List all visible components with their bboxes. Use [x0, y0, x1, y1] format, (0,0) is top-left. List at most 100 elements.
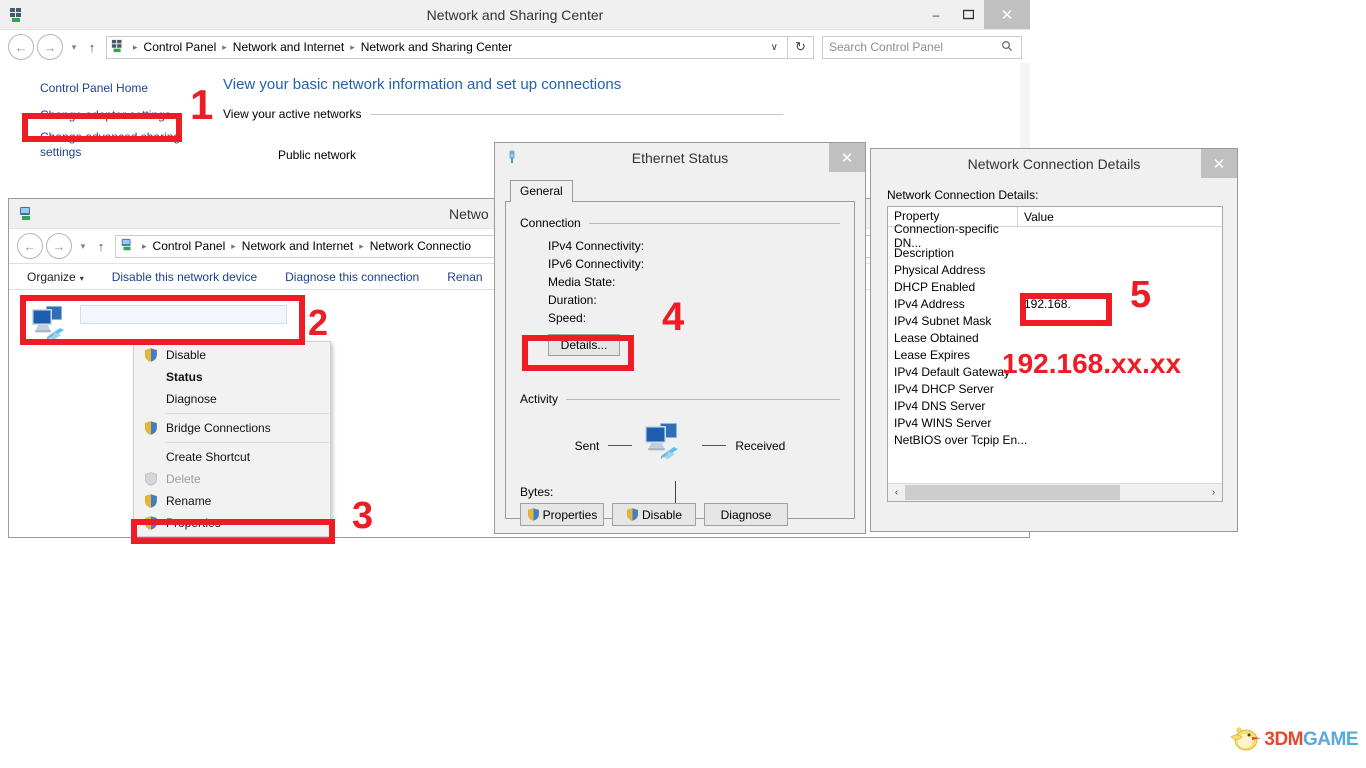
breadcrumb-item-network-and-sharing-center[interactable]: Network and Sharing Center — [359, 40, 514, 54]
scroll-thumb[interactable] — [905, 485, 1120, 500]
context-menu-item-delete: Delete — [134, 468, 330, 490]
diagnose-button[interactable]: Diagnose — [704, 503, 788, 526]
up-button[interactable]: ↑ — [91, 239, 111, 254]
window-title: Netwo — [449, 205, 489, 222]
up-button[interactable]: ↑ — [82, 40, 102, 55]
titlebar: Ethernet Status ✕ — [495, 143, 865, 172]
titlebar: Network and Sharing Center – ✕ — [0, 0, 1030, 30]
table-row[interactable]: IPv4 DNS Server — [888, 397, 1222, 414]
close-button[interactable]: ✕ — [984, 0, 1030, 29]
breadcrumb-item-network-and-internet[interactable]: Network and Internet — [240, 239, 355, 253]
property-name: Physical Address — [894, 262, 986, 277]
scroll-left-icon[interactable]: ‹ — [888, 487, 905, 498]
minimize-button[interactable]: – — [920, 0, 952, 29]
property-name: Description — [894, 245, 955, 260]
diagnose-connection-button[interactable]: Diagnose this connection — [285, 270, 419, 284]
breadcrumb-item-control-panel[interactable]: Control Panel — [151, 239, 228, 253]
divider — [566, 398, 840, 400]
table-row[interactable]: Description — [888, 244, 1222, 261]
breadcrumb-item-control-panel[interactable]: Control Panel — [142, 40, 219, 54]
address-bar[interactable]: ▸ Control Panel ▸ Network and Internet ▸… — [106, 35, 788, 59]
table-row[interactable]: NetBIOS over Tcpip En... — [888, 431, 1222, 448]
context-menu: Disable Status Diagnose Bridge Connectio… — [133, 341, 331, 537]
chick-logo-icon — [1229, 723, 1263, 756]
active-networks-label: View your active networks — [223, 107, 362, 121]
sidebar-item-change-adapter-settings[interactable]: Change adapter settings — [0, 99, 215, 126]
back-button[interactable]: ← — [17, 233, 43, 259]
watermark-text: 3DMGAME — [1264, 729, 1358, 751]
close-button[interactable]: ✕ — [1201, 149, 1237, 178]
network-sharing-icon — [9, 7, 25, 23]
breadcrumb-item-network-connections[interactable]: Network Connectio — [368, 239, 473, 253]
ethernet-activity-icon — [641, 420, 693, 471]
details-button[interactable]: Details... — [548, 334, 620, 356]
network-connection-details-dialog: Network Connection Details ✕ Network Con… — [870, 148, 1238, 532]
content-pane: View your basic network information and … — [215, 64, 1030, 162]
table-row[interactable]: IPv4 WINS Server — [888, 414, 1222, 431]
disable-device-button[interactable]: Disable this network device — [112, 270, 257, 284]
activity-group-header: Activity — [520, 392, 840, 406]
context-menu-item-create-shortcut[interactable]: Create Shortcut — [134, 446, 330, 468]
context-menu-item-properties[interactable]: Properties — [134, 512, 330, 534]
history-dropdown-icon[interactable]: ▾ — [75, 241, 91, 252]
caption-buttons: – ✕ — [920, 0, 1030, 29]
sidebar-item-change-advanced-sharing-settings[interactable]: Change advanced sharing settings — [0, 126, 210, 163]
vertical-scrollbar[interactable] — [1020, 63, 1030, 148]
bytes-divider — [675, 481, 676, 503]
maximize-button[interactable] — [952, 0, 984, 29]
table-row[interactable]: Physical Address — [888, 261, 1222, 278]
context-menu-item-label: Diagnose — [166, 392, 217, 406]
context-menu-item-disable[interactable]: Disable — [134, 344, 330, 366]
table-row[interactable]: IPv4 Subnet Mask — [888, 312, 1222, 329]
watermark-text-game: GAME — [1303, 728, 1359, 750]
search-box[interactable]: Search Control Panel — [822, 35, 1022, 59]
breadcrumb[interactable]: ▸ Control Panel ▸ Network and Internet ▸… — [129, 40, 764, 54]
field-ipv6-connectivity: IPv6 Connectivity: — [548, 257, 645, 271]
caption-buttons: ✕ — [1201, 149, 1237, 178]
shield-icon — [136, 516, 166, 530]
property-name: NetBIOS over Tcpip En... — [894, 432, 1028, 447]
table-row[interactable]: IPv4 DHCP Server — [888, 380, 1222, 397]
property-name: IPv4 Subnet Mask — [894, 313, 992, 328]
search-icon[interactable] — [1001, 40, 1021, 55]
back-button[interactable]: ← — [8, 34, 34, 60]
navigation-bar: ← → ▾ ↑ ▸ Control Panel ▸ Network and In… — [0, 30, 1030, 64]
table-row[interactable]: Connection-specific DN... — [888, 222, 1222, 250]
forward-button[interactable]: → — [46, 233, 72, 259]
scroll-track[interactable] — [905, 485, 1205, 500]
breadcrumb-separator: ▸ — [133, 41, 138, 52]
context-menu-item-status[interactable]: Status — [134, 366, 330, 388]
properties-button[interactable]: Properties — [520, 503, 604, 526]
annotation-number-5: 5 — [1130, 274, 1152, 316]
search-input[interactable]: Search Control Panel — [823, 40, 1001, 54]
organize-button[interactable]: Organize ▾ — [27, 270, 84, 284]
address-dropdown-icon[interactable]: ∨ — [764, 42, 785, 53]
history-dropdown-icon[interactable]: ▾ — [66, 42, 82, 53]
context-menu-item-label: Rename — [166, 494, 212, 508]
forward-button[interactable]: → — [37, 34, 63, 60]
organize-label: Organize — [27, 269, 76, 284]
breadcrumb-item-network-and-internet[interactable]: Network and Internet — [231, 40, 346, 54]
tab-general[interactable]: General — [510, 180, 573, 202]
disable-button[interactable]: Disable — [612, 503, 696, 526]
rename-button[interactable]: Renan — [447, 270, 482, 284]
property-name: Lease Obtained — [894, 330, 979, 345]
column-header-value[interactable]: Value — [1018, 210, 1054, 224]
scroll-right-icon[interactable]: › — [1205, 487, 1222, 498]
context-menu-item-rename[interactable]: Rename — [134, 490, 330, 512]
titlebar: Network Connection Details ✕ — [871, 149, 1237, 178]
sidebar-item-control-panel-home[interactable]: Control Panel Home — [0, 78, 215, 99]
close-button[interactable]: ✕ — [829, 143, 865, 172]
horizontal-scrollbar[interactable]: ‹ › — [888, 483, 1222, 501]
watermark: 3DMGAME — [1229, 723, 1359, 756]
shield-icon — [136, 348, 166, 362]
table-row[interactable]: DHCP Enabled — [888, 278, 1222, 295]
context-menu-item-label: Status — [166, 370, 203, 384]
context-menu-item-bridge-connections[interactable]: Bridge Connections — [134, 417, 330, 439]
context-menu-item-diagnose[interactable]: Diagnose — [134, 388, 330, 410]
field-speed: Speed: — [548, 311, 587, 325]
table-row[interactable]: Lease Obtained — [888, 329, 1222, 346]
refresh-button[interactable]: ↻ — [788, 35, 814, 59]
table-row[interactable]: IPv4 Address 192.168. — [888, 295, 1222, 312]
connection-group-label: Connection — [520, 216, 581, 230]
